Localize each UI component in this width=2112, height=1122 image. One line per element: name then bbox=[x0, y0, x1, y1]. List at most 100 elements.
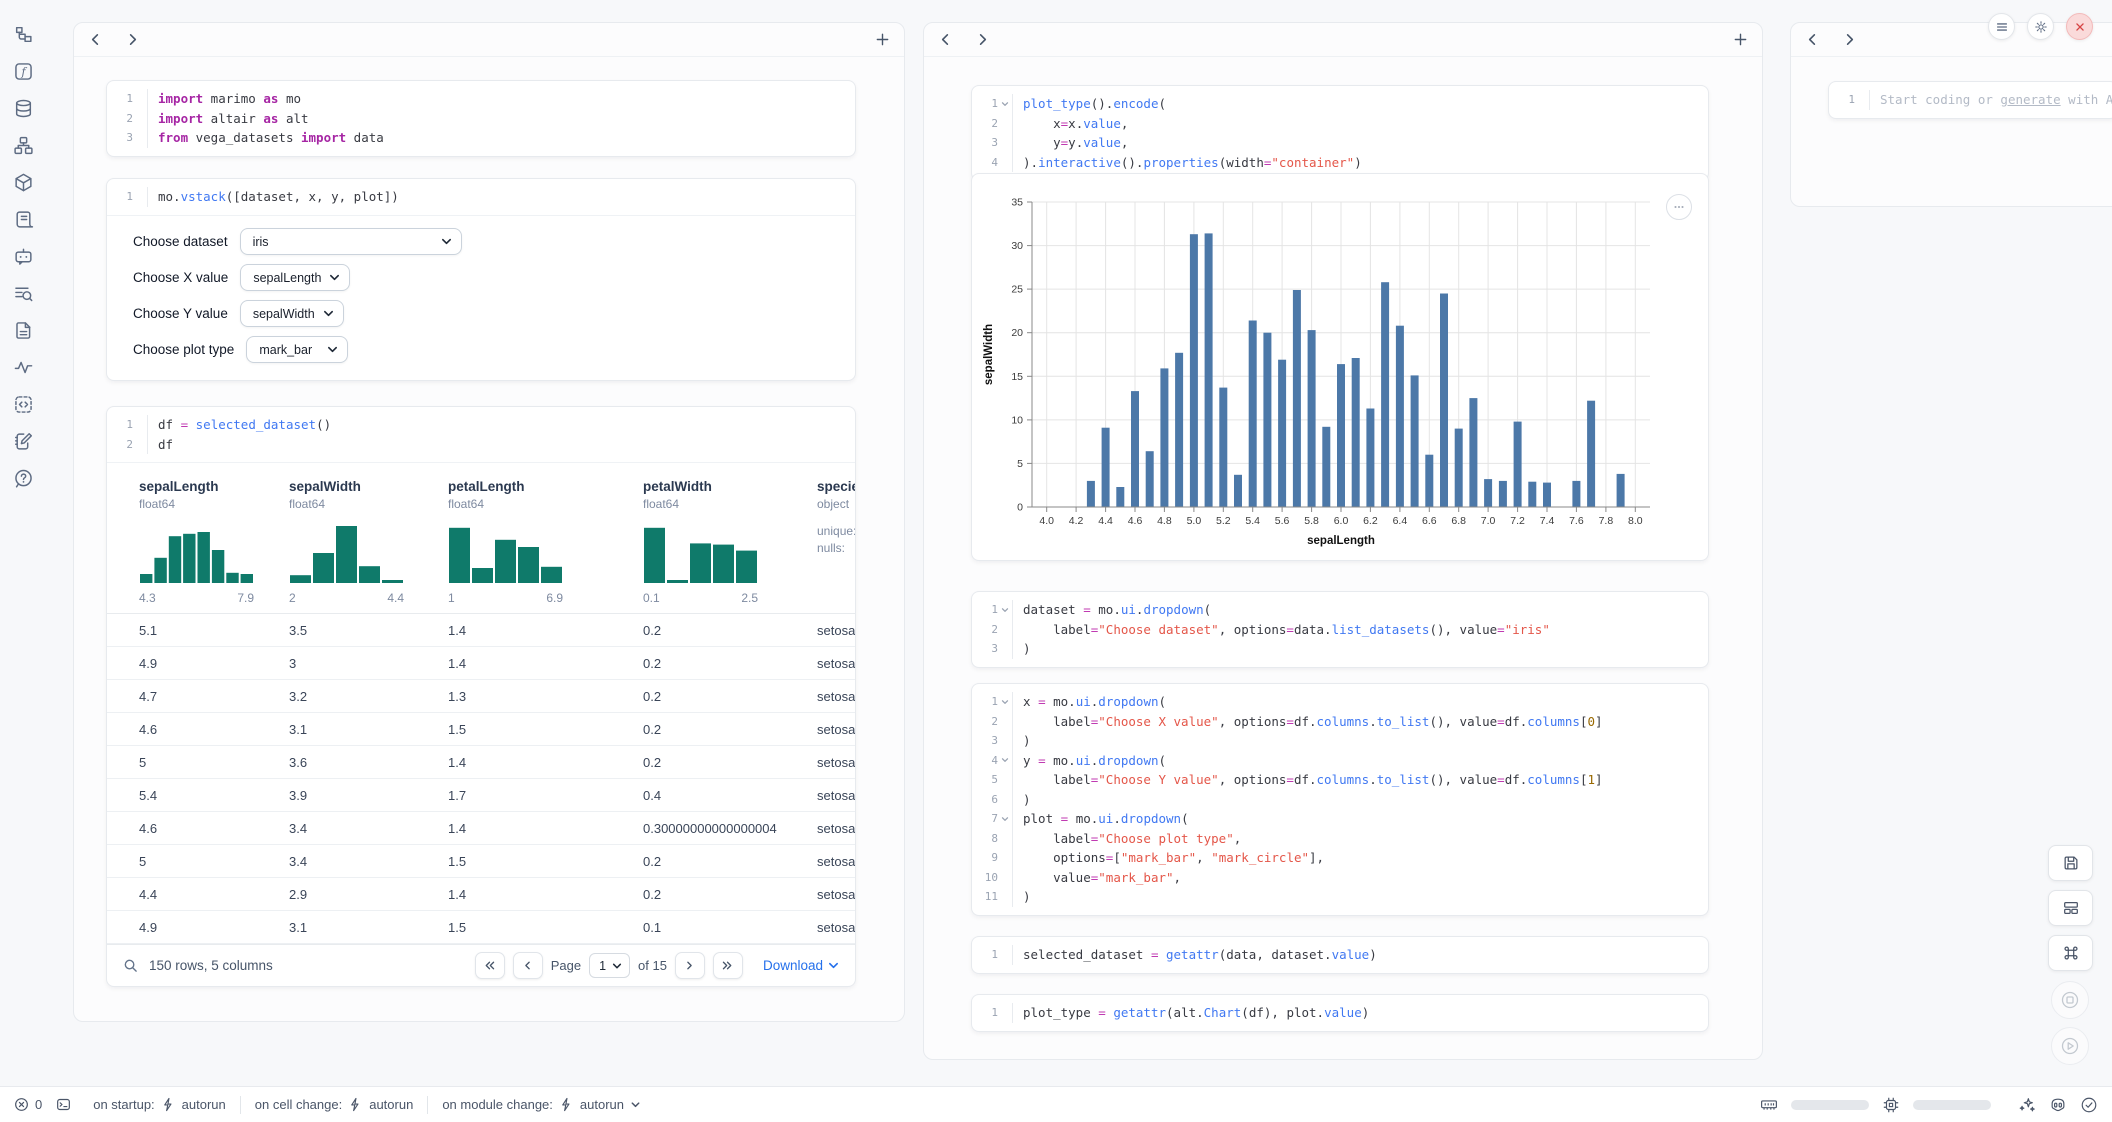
plot-type-select[interactable]: mark_bar bbox=[246, 336, 348, 363]
scratchpad-icon[interactable] bbox=[13, 431, 34, 452]
divider bbox=[240, 1096, 241, 1114]
column-name: petalWidth bbox=[643, 479, 817, 494]
chevron-right-icon[interactable] bbox=[975, 32, 990, 47]
svg-text:6.6: 6.6 bbox=[1422, 515, 1437, 527]
dataset-select[interactable]: iris bbox=[240, 228, 462, 255]
column-header-petalLength[interactable]: petalLengthfloat6416.9 bbox=[448, 479, 643, 605]
svg-text:7.8: 7.8 bbox=[1599, 515, 1614, 527]
error-count: 0 bbox=[35, 1097, 42, 1112]
on-module-change-toggle[interactable]: on module change: autorun bbox=[442, 1097, 641, 1112]
chevron-right-icon[interactable] bbox=[1842, 32, 1857, 47]
column-header-sepalWidth[interactable]: sepalWidthfloat6424.4 bbox=[289, 479, 448, 605]
svg-text:20: 20 bbox=[1011, 327, 1023, 339]
connection-status-icon[interactable] bbox=[2080, 1096, 2098, 1114]
y-value-select-value: sepalWidth bbox=[253, 307, 315, 321]
bar-chart[interactable]: 4.04.24.44.64.85.05.25.45.65.86.06.26.46… bbox=[972, 174, 1710, 562]
run-button[interactable] bbox=[2051, 1027, 2089, 1065]
page-select-value: 1 bbox=[599, 959, 606, 973]
menu-button[interactable] bbox=[1988, 13, 2015, 40]
svg-text:8.0: 8.0 bbox=[1628, 515, 1643, 527]
database-icon[interactable] bbox=[13, 98, 34, 119]
error-indicator[interactable]: 0 bbox=[14, 1097, 42, 1112]
next-page-button[interactable] bbox=[675, 952, 705, 979]
code-line: 2 label="Choose X value", options=df.col… bbox=[972, 712, 1708, 732]
table-cell: 3.1 bbox=[289, 920, 448, 935]
svg-text:5.2: 5.2 bbox=[1216, 515, 1231, 527]
table-cell: 3.6 bbox=[289, 755, 448, 770]
table-cell: 3.4 bbox=[289, 854, 448, 869]
script-icon[interactable] bbox=[13, 209, 34, 230]
code-editor-plot-type[interactable]: 1plot_type = getattr(alt.Chart(df), plot… bbox=[972, 995, 1708, 1031]
column-max: 7.9 bbox=[237, 591, 254, 605]
stop-button[interactable] bbox=[2051, 981, 2089, 1019]
column-type: float64 bbox=[448, 497, 643, 511]
chevron-down-icon bbox=[828, 960, 839, 971]
chevron-left-icon[interactable] bbox=[938, 32, 953, 47]
save-button[interactable] bbox=[2048, 845, 2093, 881]
page-select[interactable]: 1 bbox=[589, 953, 630, 978]
fold-icon[interactable] bbox=[998, 809, 1012, 829]
package-icon[interactable] bbox=[13, 172, 34, 193]
code-editor-df[interactable]: 1df = selected_dataset()2df bbox=[107, 407, 855, 463]
help-icon[interactable] bbox=[13, 468, 34, 489]
column-histogram bbox=[448, 523, 643, 588]
code-editor-imports[interactable]: 1import marimo as mo2import altair as al… bbox=[107, 81, 855, 156]
search-logs-icon[interactable] bbox=[13, 283, 34, 304]
code-editor-xyplot[interactable]: 1x = mo.ui.dropdown(2 label="Choose X va… bbox=[972, 684, 1708, 915]
file-tree-icon[interactable] bbox=[13, 24, 34, 45]
chevron-right-icon[interactable] bbox=[125, 32, 140, 47]
add-cell-icon[interactable] bbox=[1733, 32, 1748, 47]
layout-button[interactable] bbox=[2048, 890, 2093, 926]
bolt-icon bbox=[559, 1097, 574, 1112]
fold-icon[interactable] bbox=[998, 692, 1012, 712]
chatbot-icon[interactable] bbox=[13, 246, 34, 267]
on-cell-change-toggle[interactable]: on cell change: autorun bbox=[255, 1097, 414, 1112]
function-icon[interactable]: f bbox=[13, 61, 34, 82]
code-editor-vstack[interactable]: 1mo.vstack([dataset, x, y, plot]) bbox=[107, 179, 855, 215]
copilot-button[interactable] bbox=[2049, 1096, 2067, 1114]
code-line: 1plot_type = getattr(alt.Chart(df), plot… bbox=[972, 1003, 1708, 1023]
add-cell-icon[interactable] bbox=[875, 32, 890, 47]
activity-icon[interactable] bbox=[13, 357, 34, 378]
settings-button[interactable] bbox=[2027, 13, 2054, 40]
column-header-sepalLength[interactable]: sepalLengthfloat644.37.9 bbox=[139, 479, 289, 605]
table-cell: 2.9 bbox=[289, 887, 448, 902]
command-palette-button[interactable] bbox=[2048, 935, 2093, 971]
terminal-button[interactable] bbox=[56, 1097, 71, 1112]
x-value-select[interactable]: sepalLength bbox=[240, 264, 350, 291]
code-line: 6) bbox=[972, 790, 1708, 810]
fold-icon[interactable] bbox=[998, 751, 1012, 771]
column-3-header bbox=[1791, 23, 2112, 57]
on-startup-toggle[interactable]: on startup: autorun bbox=[93, 1097, 226, 1112]
snippets-icon[interactable] bbox=[13, 320, 34, 341]
column-header-petalWidth[interactable]: petalWidthfloat640.12.5 bbox=[643, 479, 817, 605]
chevron-left-icon[interactable] bbox=[88, 32, 103, 47]
close-button[interactable] bbox=[2066, 13, 2093, 40]
code-editor-plot-encode[interactable]: 1plot_type().encode(2 x=x.value,3 y=y.va… bbox=[972, 86, 1708, 180]
ai-sparkles-button[interactable] bbox=[2018, 1096, 2036, 1114]
chevron-left-icon[interactable] bbox=[1805, 32, 1820, 47]
column-header-species[interactable]: speciesobjectunique:nulls: bbox=[817, 479, 856, 605]
column-type: float64 bbox=[289, 497, 448, 511]
chevron-down-icon bbox=[612, 961, 622, 971]
fold-icon[interactable] bbox=[998, 94, 1012, 114]
table-cell: 1.4 bbox=[448, 821, 643, 836]
search-icon[interactable] bbox=[123, 958, 138, 973]
first-page-button[interactable] bbox=[475, 952, 505, 979]
column-min: 4.3 bbox=[139, 591, 156, 605]
prev-page-button[interactable] bbox=[513, 952, 543, 979]
fold-icon[interactable] bbox=[998, 600, 1012, 620]
svg-text:7.6: 7.6 bbox=[1569, 515, 1584, 527]
last-page-button[interactable] bbox=[713, 952, 743, 979]
chart-options-button[interactable] bbox=[1666, 194, 1692, 220]
code-block-icon[interactable] bbox=[13, 394, 34, 415]
download-button[interactable]: Download bbox=[763, 958, 839, 973]
x-value-label: Choose X value bbox=[133, 270, 228, 285]
code-editor-selected-dataset[interactable]: 1selected_dataset = getattr(data, datase… bbox=[972, 937, 1708, 973]
code-editor-scratch[interactable]: 1Start coding or generate with AI bbox=[1829, 82, 2112, 118]
code-editor-dataset[interactable]: 1dataset = mo.ui.dropdown(2 label="Choos… bbox=[972, 592, 1708, 667]
svg-text:6.2: 6.2 bbox=[1363, 515, 1378, 527]
cell-plot-type: 1plot_type = getattr(alt.Chart(df), plot… bbox=[971, 994, 1709, 1032]
dependency-graph-icon[interactable] bbox=[13, 135, 34, 156]
y-value-select[interactable]: sepalWidth bbox=[240, 300, 344, 327]
